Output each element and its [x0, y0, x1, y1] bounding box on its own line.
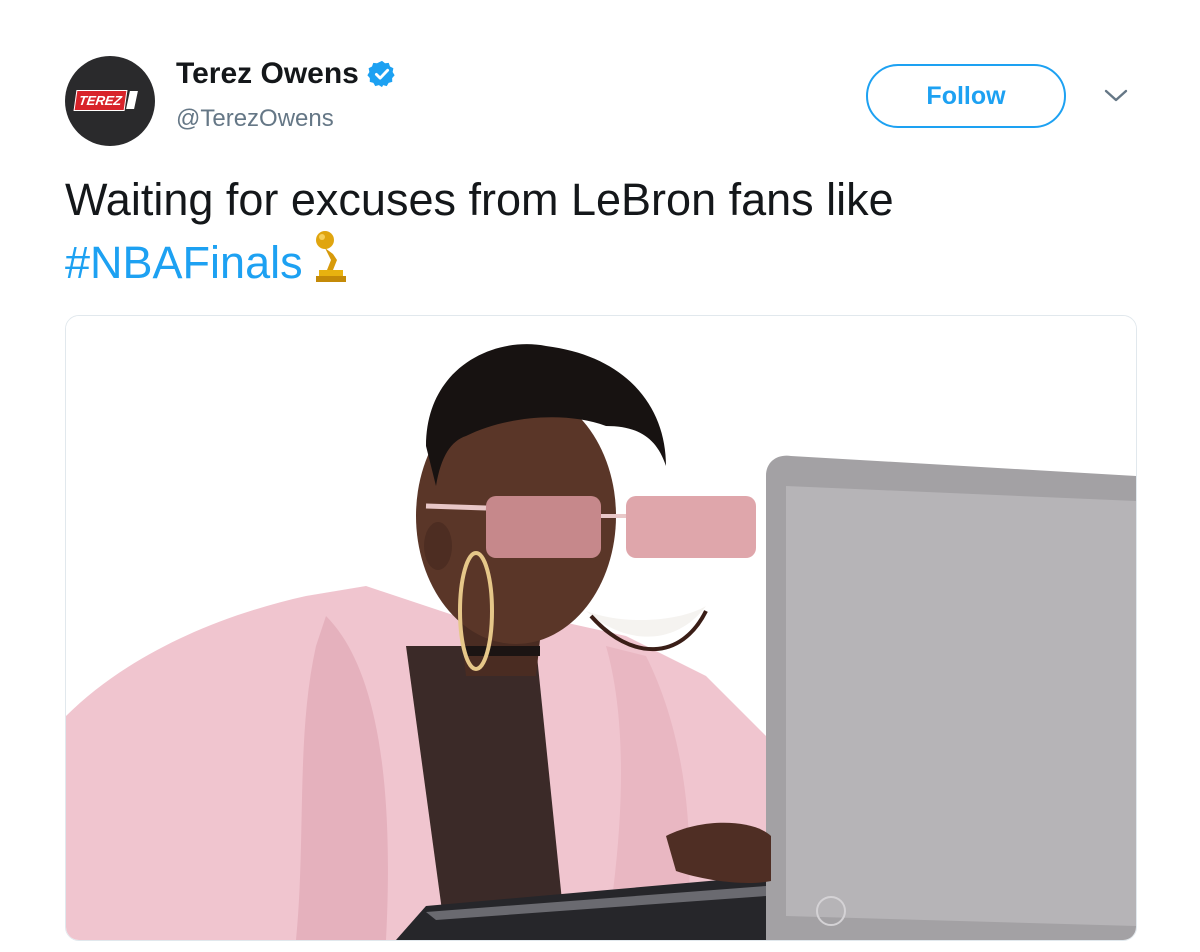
hashtag-link[interactable]: #NBAFinals: [65, 237, 303, 288]
tweet-media[interactable]: [65, 315, 1137, 941]
follow-button[interactable]: Follow: [866, 64, 1066, 128]
tweet-text: Waiting for excuses from LeBron fans lik…: [65, 170, 1145, 293]
author-name[interactable]: Terez Owens: [176, 57, 359, 91]
avatar-logo-mark: [125, 91, 138, 109]
terez-logo: TEREZ: [73, 88, 145, 112]
trophy-emoji-icon: [315, 231, 346, 282]
author-display-name[interactable]: Terez Owens: [176, 57, 397, 91]
avatar[interactable]: TEREZ: [65, 56, 155, 146]
avatar-logo-text: TEREZ: [73, 89, 128, 111]
chevron-down-icon[interactable]: [1102, 86, 1130, 106]
tweet-card: TEREZ Terez Owens @TerezOwens Follow Wai…: [0, 0, 1200, 952]
meme-photo: [66, 316, 1136, 940]
author-handle[interactable]: @TerezOwens: [176, 105, 334, 133]
tweet-body: Waiting for excuses from LeBron fans lik…: [65, 174, 894, 225]
verified-badge-icon: [367, 60, 395, 88]
